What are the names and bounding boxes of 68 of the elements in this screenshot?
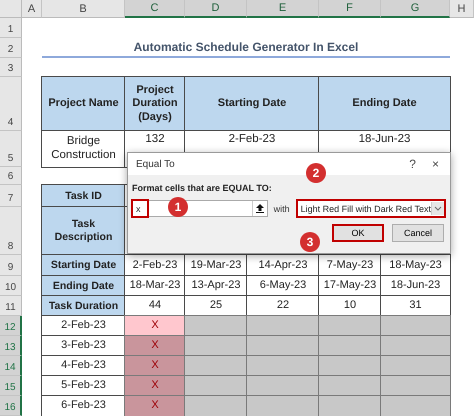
dialog-title: Equal To [136, 158, 176, 170]
table-header: Starting Date [185, 77, 319, 131]
date-cell: 3-Feb-23 [42, 336, 125, 356]
row-header[interactable]: 15 [0, 376, 22, 396]
row-header[interactable]: 3 [0, 58, 22, 77]
table-cell: 13-Apr-23 [185, 276, 247, 296]
schedule-cell: X [125, 356, 185, 376]
column-header[interactable]: A [22, 0, 42, 18]
table-cell: 19-Mar-23 [185, 255, 247, 276]
dialog-button[interactable]: OK [332, 224, 384, 242]
schedule-cell: X [125, 316, 185, 336]
schedule-cell: X [125, 396, 185, 416]
with-label: with [274, 204, 290, 214]
upload-icon [256, 204, 264, 213]
input-value: x [133, 201, 147, 216]
table-cell: 18-Mar-23 [125, 276, 185, 296]
column-header[interactable]: D [185, 0, 247, 18]
step-badge: 3 [300, 232, 320, 252]
table-cell: 14-Apr-23 [247, 255, 319, 276]
row-header[interactable]: 10 [0, 276, 22, 296]
table-header: Project Duration (Days) [125, 77, 185, 131]
row-header[interactable]: 11 [0, 296, 22, 316]
row-header[interactable]: 9 [0, 255, 22, 276]
row-header[interactable]: 1 [0, 18, 22, 38]
table-cell: 2-Feb-23 [125, 255, 185, 276]
table-cell: 6-May-23 [247, 276, 319, 296]
column-header[interactable]: F [319, 0, 381, 18]
column-header[interactable]: B [42, 0, 125, 18]
column-header[interactable]: G [381, 0, 450, 18]
row-header[interactable]: 7 [0, 185, 22, 207]
table-cell: 44 [125, 296, 185, 316]
row-label: Ending Date [42, 276, 125, 296]
table-cell: 17-May-23 [319, 276, 381, 296]
row-header[interactable]: 8 [0, 207, 22, 255]
table-cell: 25 [185, 296, 247, 316]
step-badge: 1 [168, 197, 188, 217]
dialog-button[interactable]: Cancel [392, 224, 444, 242]
table-header: Ending Date [319, 77, 450, 131]
sheet-title: Automatic Schedule Generator In Excel [42, 38, 450, 58]
schedule-cell: X [125, 336, 185, 356]
table-cell: 22 [247, 296, 319, 316]
table-header: Project Name [42, 77, 125, 131]
table-cell: 10 [319, 296, 381, 316]
row-label: Task Duration [42, 296, 125, 316]
column-header[interactable]: C [125, 0, 185, 18]
row-header[interactable]: 12 [0, 316, 22, 336]
caret-icon [431, 202, 444, 215]
format-dropdown[interactable]: Light Red Fill with Dark Red Text [296, 199, 446, 218]
column-header[interactable]: E [247, 0, 319, 18]
row-header[interactable]: 2 [0, 38, 22, 58]
table-cell: 7-May-23 [319, 255, 381, 276]
date-cell: 2-Feb-23 [42, 316, 125, 336]
collapse-button[interactable] [252, 201, 267, 216]
date-cell: 5-Feb-23 [42, 376, 125, 396]
row-header[interactable]: 16 [0, 396, 22, 416]
row-header[interactable]: 6 [0, 167, 22, 185]
row-label: Task Description [42, 207, 125, 255]
row-header[interactable]: 13 [0, 336, 22, 356]
row-header[interactable]: 4 [0, 77, 22, 131]
date-cell: 4-Feb-23 [42, 356, 125, 376]
row-header[interactable]: 14 [0, 356, 22, 376]
field-label: Format cells that are EQUAL TO: [132, 183, 272, 193]
schedule-cell: X [125, 376, 185, 396]
column-header[interactable]: H [450, 0, 474, 18]
step-badge: 2 [306, 163, 326, 183]
row-label: Task ID [42, 185, 125, 207]
row-header[interactable]: 5 [0, 131, 22, 167]
row-label: Starting Date [42, 255, 125, 276]
